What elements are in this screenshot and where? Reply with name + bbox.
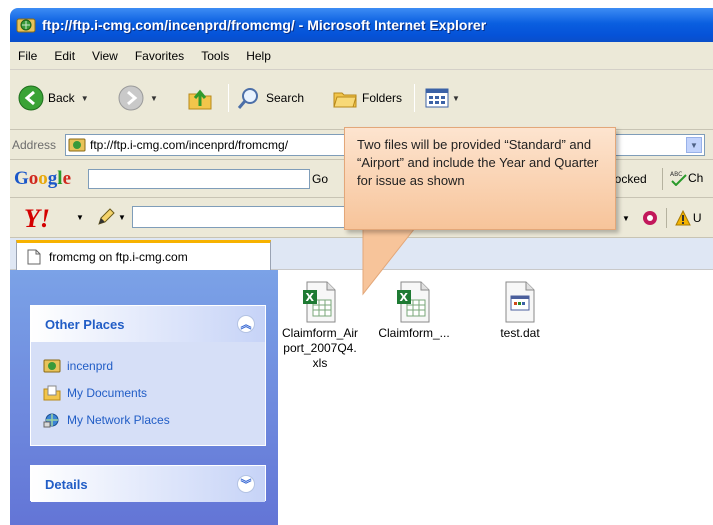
callout-pointer: [362, 228, 416, 296]
tab-fromcmg[interactable]: fromcmg on ftp.i-cmg.com: [16, 240, 271, 270]
collapse-chevron-up-icon[interactable]: ︽: [237, 315, 255, 333]
file-item[interactable]: X Claimform_Airport_2007Q4.xls: [282, 280, 358, 371]
file-name: Claimform_...: [378, 326, 450, 340]
title-bar: ftp://ftp.i-cmg.com/incenprd/fromcmg/ - …: [10, 8, 713, 42]
yahoo-right-label[interactable]: U: [693, 211, 702, 225]
forward-button[interactable]: ▼: [118, 82, 158, 114]
search-icon: [237, 88, 258, 109]
menu-help[interactable]: Help: [246, 49, 271, 63]
my-documents-icon: [43, 385, 61, 400]
file-list-area: X Claimform_Airport_2007Q4.xls X Claimfo…: [278, 270, 713, 525]
google-search-input[interactable]: [88, 169, 310, 189]
spellcheck-icon: ABC: [670, 171, 687, 186]
views-dropdown-icon[interactable]: ▼: [452, 94, 460, 103]
google-go-button[interactable]: Go: [312, 172, 328, 186]
place-link-my-documents[interactable]: My Documents: [43, 379, 265, 406]
file-name: test.dat: [500, 326, 540, 340]
place-label: My Documents: [67, 385, 148, 400]
other-places-header[interactable]: Other Places ︽: [31, 306, 265, 342]
folders-label: Folders: [362, 91, 403, 105]
spell-check-button[interactable]: ABC Ch: [670, 170, 703, 186]
ie-ftp-icon: [16, 18, 36, 33]
yahoo-logo[interactable]: Y!: [24, 204, 50, 234]
network-places-icon: [43, 413, 59, 427]
google-logo[interactable]: Google: [14, 168, 71, 190]
other-places-title: Other Places: [45, 316, 125, 332]
dat-file-icon: [505, 281, 535, 323]
up-folder-icon: [188, 89, 212, 110]
expand-chevron-down-icon[interactable]: ︾: [237, 475, 255, 493]
yahoo-menu-dropdown-icon[interactable]: ▼: [76, 213, 84, 222]
yahoo-tools-dropdown-icon[interactable]: ▼: [622, 214, 630, 223]
window-title: ftp://ftp.i-cmg.com/incenprd/fromcmg/ - …: [42, 17, 487, 33]
menu-file[interactable]: File: [18, 49, 37, 63]
page-icon: [27, 249, 41, 264]
menu-view[interactable]: View: [92, 49, 118, 63]
task-pane: Other Places ︽ incenprd My Documents My …: [10, 270, 278, 525]
pencil-dropdown-icon[interactable]: ▼: [118, 213, 126, 222]
place-label: My Network Places: [67, 412, 170, 427]
standard-toolbar: Back ▼ ▼ Search Folders ▼: [10, 70, 713, 130]
folders-button[interactable]: Folders: [332, 82, 402, 114]
folders-icon: [333, 92, 357, 108]
ftp-page-icon: [68, 138, 86, 152]
file-name: Claimform_Airport_2007Q4.xls: [282, 326, 359, 370]
details-title: Details: [45, 476, 88, 492]
tab-label: fromcmg on ftp.i-cmg.com: [49, 249, 188, 264]
views-button[interactable]: ▼: [424, 82, 460, 114]
svg-text:ABC: ABC: [670, 171, 682, 178]
place-link-incenprd[interactable]: incenprd: [43, 352, 265, 379]
search-button[interactable]: Search: [236, 82, 304, 114]
back-arrow-icon: [18, 85, 44, 111]
menu-favorites[interactable]: Favorites: [135, 49, 184, 63]
file-item[interactable]: test.dat: [482, 280, 558, 341]
callout-text: Two files will be provided “Standard” an…: [357, 137, 599, 188]
back-label: Back: [48, 91, 75, 105]
menu-tools[interactable]: Tools: [201, 49, 229, 63]
address-label: Address: [12, 137, 57, 152]
yahoo-right-tools: ▼ U: [622, 208, 702, 228]
spell-check-label: Ch: [688, 171, 704, 185]
forward-arrow-icon: [118, 85, 144, 111]
pencil-icon[interactable]: [96, 207, 116, 227]
up-folder-button[interactable]: [186, 82, 214, 114]
svg-text:X: X: [306, 291, 315, 304]
other-places-panel: Other Places ︽ incenprd My Documents My …: [30, 305, 266, 446]
address-dropdown-icon[interactable]: ▼: [686, 137, 702, 153]
place-label: incenprd: [67, 358, 114, 373]
popup-blocked-label[interactable]: locked: [612, 172, 647, 186]
warning-icon[interactable]: [675, 210, 691, 226]
yahoo-search-input[interactable]: [132, 206, 352, 228]
address-value: ftp://ftp.i-cmg.com/incenprd/fromcmg/: [90, 138, 289, 152]
details-header[interactable]: Details ︾: [31, 466, 265, 502]
menu-edit[interactable]: Edit: [54, 49, 75, 63]
annotation-callout: Two files will be provided “Standard” an…: [344, 127, 616, 230]
back-button[interactable]: Back ▼: [18, 82, 89, 114]
menu-bar: File Edit View Favorites Tools Help: [10, 42, 713, 70]
back-dropdown-icon[interactable]: ▼: [81, 94, 89, 103]
ftp-folder-icon: [43, 359, 61, 372]
views-icon: [425, 88, 449, 108]
forward-dropdown-icon[interactable]: ▼: [150, 94, 158, 103]
search-label: Search: [266, 91, 305, 105]
details-panel: Details ︾: [30, 465, 266, 502]
yahoo-music-icon[interactable]: [642, 210, 658, 226]
place-link-my-network-places[interactable]: My Network Places: [43, 406, 265, 433]
excel-file-icon: X: [303, 281, 336, 323]
